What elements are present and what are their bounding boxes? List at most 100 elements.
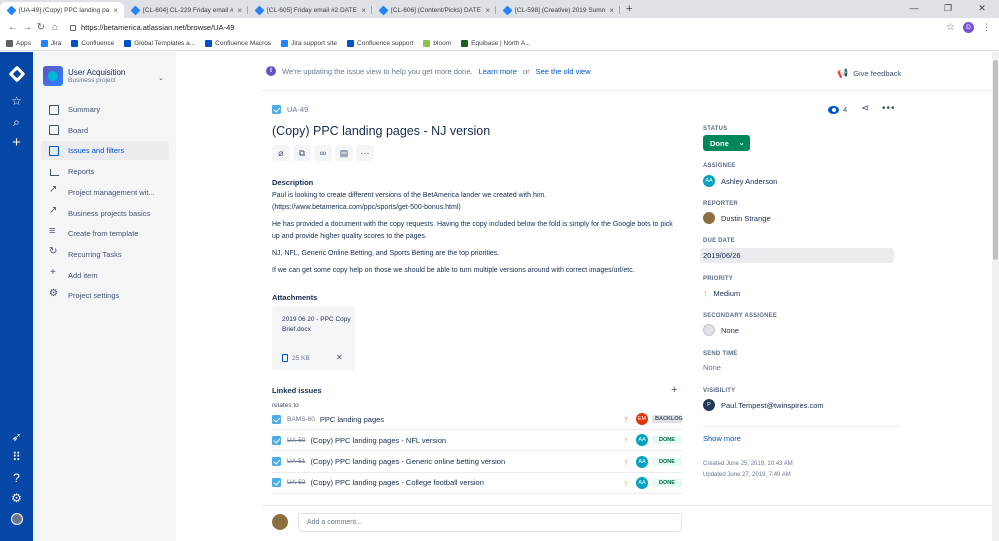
description-paragraph[interactable]: Paul is looking to create different vers… bbox=[272, 190, 682, 214]
bookmark-item[interactable]: bloom bbox=[423, 40, 451, 47]
sidebar-item[interactable]: Create from template bbox=[41, 224, 169, 243]
more-toolbar-icon[interactable]: ⋯ bbox=[356, 145, 374, 161]
linked-issue-row[interactable]: UA-50 (Copy) PPC landing pages - NFL vers… bbox=[272, 430, 682, 452]
close-tab-icon[interactable]: × bbox=[361, 6, 366, 15]
status-lozenge: DONE bbox=[652, 436, 682, 445]
secondary-assignee-field[interactable]: None bbox=[703, 324, 739, 336]
bookmark-item[interactable]: Confluence support bbox=[347, 40, 413, 47]
share-icon[interactable]: ⋖ bbox=[861, 103, 869, 114]
close-tab-icon[interactable]: × bbox=[485, 6, 490, 15]
close-tab-icon[interactable]: × bbox=[237, 6, 242, 15]
linked-issue-summary[interactable]: (Copy) PPC landing pages - NFL version bbox=[310, 436, 620, 445]
browser-tab[interactable]: [UA-49] (Copy) PPC landing pag... × bbox=[0, 2, 124, 18]
sidebar-item[interactable]: Business projects basics bbox=[41, 204, 169, 223]
close-tab-icon[interactable]: × bbox=[113, 6, 118, 15]
sidebar-item[interactable]: Project management wit... bbox=[41, 183, 169, 202]
attach-icon[interactable]: ⌀ bbox=[272, 145, 290, 161]
add-link-icon[interactable]: + bbox=[671, 384, 677, 396]
delete-attachment-icon[interactable]: ✕ bbox=[336, 353, 343, 362]
show-more-link[interactable]: Show more bbox=[703, 434, 741, 443]
attachment-card[interactable]: 2019 06 20 - PPC Copy Brief.docx 25 KB ✕ bbox=[272, 306, 355, 370]
chevron-down-icon[interactable]: ⌄ bbox=[158, 74, 164, 82]
browser-tab[interactable]: [CL-606] (Content/Picks) DATE/R × bbox=[372, 2, 496, 18]
browser-tab[interactable]: [CL-604] CL-229 Friday email #1 × bbox=[124, 2, 248, 18]
sidebar-item[interactable]: Reports bbox=[41, 162, 169, 181]
linked-issue-key[interactable]: BAMS-60 bbox=[287, 416, 315, 423]
visibility-field[interactable]: P Paul.Tempest@twinspires.com bbox=[703, 399, 824, 411]
more-actions-icon[interactable]: ••• bbox=[882, 103, 896, 114]
linked-issue-key[interactable]: UA-50 bbox=[287, 437, 305, 444]
user-avatar[interactable] bbox=[0, 513, 33, 527]
bookmark-label: bloom bbox=[433, 40, 452, 47]
priority-field[interactable]: ↑ Medium bbox=[703, 288, 740, 298]
reload-icon[interactable]: ↻ bbox=[34, 22, 48, 33]
sidebar-item[interactable]: Project settings bbox=[41, 286, 169, 305]
page-scrollbar[interactable] bbox=[992, 52, 999, 541]
give-feedback-button[interactable]: 📢 Give feedback bbox=[837, 68, 901, 79]
linked-issue-key[interactable]: UA-51 bbox=[287, 458, 305, 465]
starred-icon[interactable]: ☆ bbox=[0, 94, 33, 108]
content-icon[interactable]: ▤ bbox=[335, 145, 353, 161]
description-paragraph[interactable]: If we can get some copy help on those we… bbox=[272, 265, 682, 277]
browser-tab[interactable]: [CL-598] (Creative) 2019 Summe × bbox=[496, 2, 620, 18]
browser-menu-icon[interactable]: ⋮ bbox=[982, 22, 991, 33]
issue-key[interactable]: UA-49 bbox=[287, 105, 308, 114]
sidebar-item[interactable]: Add item bbox=[41, 266, 169, 285]
bookmark-item[interactable]: Global Templates a... bbox=[124, 40, 195, 47]
search-icon[interactable]: ⌕ bbox=[0, 115, 33, 129]
send-time-value[interactable]: None bbox=[703, 363, 721, 372]
linked-issue-key[interactable]: UA-52 bbox=[287, 479, 305, 486]
sidebar-item[interactable]: Board bbox=[41, 121, 169, 140]
status-dropdown[interactable]: Done ⌄ bbox=[703, 135, 750, 151]
maximize-icon[interactable]: ❐ bbox=[931, 0, 965, 16]
reporter-field[interactable]: Dustin Strange bbox=[703, 212, 771, 224]
bookmark-item[interactable]: Equibase | North A... bbox=[461, 40, 531, 47]
linked-issue-summary[interactable]: (Copy) PPC landing pages - College footb… bbox=[310, 478, 620, 487]
sidebar-item-label: Project settings bbox=[68, 291, 120, 301]
learn-more-link[interactable]: Learn more bbox=[479, 67, 517, 76]
back-icon[interactable]: ← bbox=[6, 22, 20, 33]
browser-tab[interactable]: [CL-605] Friday email #2 DATE/TI × bbox=[248, 2, 372, 18]
description-paragraph[interactable]: He has provided a document with the copy… bbox=[272, 219, 682, 243]
settings-icon[interactable]: ⚙ bbox=[0, 491, 33, 505]
new-tab-button[interactable]: + bbox=[620, 2, 638, 18]
bookmark-item[interactable]: Confluence bbox=[71, 40, 114, 47]
bookmark-item[interactable]: Confluence Macros bbox=[205, 40, 271, 47]
bookmark-star-icon[interactable]: ☆ bbox=[946, 22, 955, 33]
linked-issue-summary[interactable]: PPC landing pages bbox=[320, 415, 620, 424]
subtask-icon[interactable]: ⧉ bbox=[293, 145, 311, 161]
due-date-field[interactable]: 2019/06/26 bbox=[700, 248, 894, 263]
assignee-field[interactable]: AA Ashley Anderson bbox=[703, 175, 777, 187]
description-paragraph[interactable]: NJ, NFL, Generic Online Betting, and Spo… bbox=[272, 248, 682, 260]
linked-issue-summary[interactable]: (Copy) PPC landing pages - Generic onlin… bbox=[310, 457, 620, 466]
watchers-button[interactable]: 4 bbox=[828, 105, 847, 114]
bookmark-item[interactable]: Jira bbox=[40, 40, 61, 47]
minimize-icon[interactable]: — bbox=[897, 0, 931, 16]
scrollbar-thumb[interactable] bbox=[993, 60, 998, 260]
sidebar-item[interactable]: Issues and filters bbox=[41, 141, 169, 161]
rocket-icon[interactable]: ➶ bbox=[0, 430, 33, 444]
bookmark-item[interactable]: Apps bbox=[6, 40, 31, 47]
project-header[interactable]: User Acquisition Business project bbox=[43, 66, 125, 86]
linked-issue-row[interactable]: BAMS-60 PPC landing pages ↑ EM BACKLOG bbox=[272, 409, 683, 430]
forward-icon[interactable]: → bbox=[20, 22, 34, 33]
link-issue-icon[interactable]: ∞ bbox=[314, 145, 332, 161]
comment-input[interactable]: Add a comment... bbox=[298, 513, 682, 532]
app-switcher-icon[interactable]: ⠿ bbox=[0, 450, 33, 464]
linked-issue-row[interactable]: UA-51 (Copy) PPC landing pages - Generic … bbox=[272, 452, 682, 473]
profile-avatar[interactable]: D bbox=[963, 22, 974, 33]
close-window-icon[interactable]: ✕ bbox=[965, 0, 999, 16]
jira-logo-icon[interactable] bbox=[0, 65, 33, 83]
bookmark-item[interactable]: Jira support site bbox=[281, 40, 337, 47]
url-field[interactable]: https://betamerica.atlassian.net/browse/… bbox=[70, 21, 946, 35]
sidebar-item[interactable]: Recurring Tasks bbox=[41, 245, 169, 264]
create-icon[interactable]: + bbox=[0, 135, 33, 150]
sidebar-item[interactable]: Summary bbox=[41, 100, 169, 119]
issue-title[interactable]: (Copy) PPC landing pages - NJ version bbox=[272, 124, 490, 138]
linked-issue-row[interactable]: UA-52 (Copy) PPC landing pages - College … bbox=[272, 473, 682, 494]
close-tab-icon[interactable]: × bbox=[609, 6, 614, 15]
old-view-link[interactable]: See the old view bbox=[536, 67, 591, 76]
help-icon[interactable]: ? bbox=[0, 471, 33, 485]
home-icon[interactable]: ⌂ bbox=[48, 22, 62, 33]
sidebar-item-label: Project management wit... bbox=[68, 187, 155, 197]
